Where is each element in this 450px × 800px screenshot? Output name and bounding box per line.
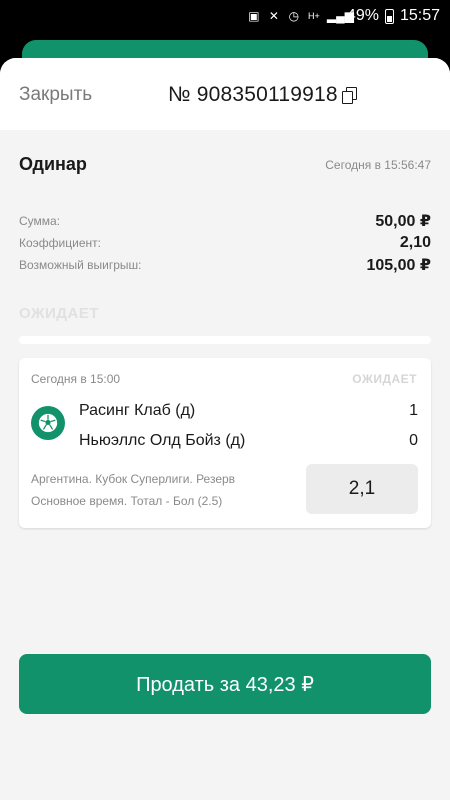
team-name: Расинг Клаб (д) xyxy=(79,402,196,419)
sheet-header: Закрыть № 908350119918 xyxy=(0,58,450,130)
event-market: Основное время. Тотал - Бол (2.5) xyxy=(31,494,223,508)
team-score: 1 xyxy=(409,402,418,419)
summary-label: Возможный выигрыш: xyxy=(19,258,142,272)
team-name: Ньюэллс Олд Бойз (д) xyxy=(79,432,246,449)
copy-icon[interactable] xyxy=(341,87,357,104)
bet-type: Одинар xyxy=(19,154,87,174)
battery-icon xyxy=(384,8,394,24)
summary-value: 2,10 xyxy=(399,234,431,251)
summary-value: 105,00 ₽ xyxy=(366,257,431,274)
bet-placed-time: Сегодня в 15:56:47 xyxy=(325,157,431,172)
soccer-ball-icon xyxy=(31,406,65,440)
summary-label: Сумма: xyxy=(19,214,61,228)
status-bar: ▣ ✕ ◷ H+ ▂▄▆ 49% 15:57 xyxy=(0,0,450,32)
clock: 15:57 xyxy=(399,7,440,24)
mute-icon: ✕ xyxy=(268,9,279,23)
alarm-icon: ◷ xyxy=(288,9,300,23)
bet-number-text: № 908350119918 xyxy=(168,83,338,106)
sell-bet-button[interactable]: Продать за 43,23 ₽ xyxy=(19,654,431,714)
summary-row-possible-win: Возможный выигрыш: 105,00 ₽ xyxy=(19,254,431,276)
summary-row-amount: Сумма: 50,00 ₽ xyxy=(19,210,431,232)
bet-summary: Сумма: 50,00 ₽ Коэффициент: 2,10 Возможн… xyxy=(19,210,431,276)
event-status: ОЖИДАЕТ xyxy=(352,372,417,386)
team-row-home: Расинг Клаб (д) 1 xyxy=(79,402,418,420)
notification-icon: ▣ xyxy=(248,9,260,23)
bet-details-sheet: Закрыть № 908350119918 Одинар Сегодня в … xyxy=(0,58,450,800)
status-progress-bar xyxy=(19,336,431,344)
summary-label: Коэффициент: xyxy=(19,236,101,250)
event-league: Аргентина. Кубок Суперлиги. Резерв xyxy=(31,472,236,486)
summary-value: 50,00 ₽ xyxy=(375,213,431,230)
network-type-icon: H+ xyxy=(308,11,320,21)
odds-value: 2,1 xyxy=(306,464,418,514)
battery-percent: 49% xyxy=(346,7,379,24)
close-button[interactable]: Закрыть xyxy=(19,84,92,106)
team-row-away: Ньюэллс Олд Бойз (д) 0 xyxy=(79,432,418,450)
signal-icon: ▂▄▆ xyxy=(326,9,354,23)
bet-status: ОЖИДАЕТ xyxy=(19,305,99,322)
event-time: Сегодня в 15:00 xyxy=(31,372,121,386)
summary-row-coefficient: Коэффициент: 2,10 xyxy=(19,232,431,254)
team-score: 0 xyxy=(409,432,418,449)
bet-type-row: Одинар Сегодня в 15:56:47 xyxy=(19,154,431,175)
event-card: Сегодня в 15:00 ОЖИДАЕТ Расинг Клаб (д) … xyxy=(19,358,431,528)
bet-number: № 908350119918 xyxy=(168,83,357,107)
